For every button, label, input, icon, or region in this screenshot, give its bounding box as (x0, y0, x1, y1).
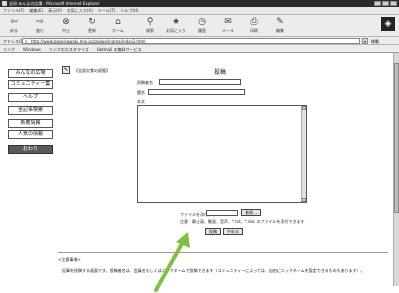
favorites-button[interactable]: ★ お気に入り (166, 17, 186, 35)
subject-label: 題名 (137, 90, 145, 95)
stop-icon: ⊗ (62, 17, 70, 27)
back-icon: ⇦ (10, 17, 18, 27)
cancel-button[interactable]: やめる (223, 228, 243, 235)
form-header: ✎ 【全部欠食の部屋】 投稿 (62, 66, 387, 76)
menu-tools[interactable]: ツール(T) (98, 8, 116, 14)
maximize-button[interactable] (382, 1, 389, 6)
browse-button[interactable]: 参照... (241, 209, 261, 216)
nav-exit[interactable]: おわり (8, 145, 53, 154)
textarea-scrollbar[interactable] (301, 106, 306, 202)
menu-edit[interactable]: 編集(E) (29, 8, 43, 14)
address-value: http://www.baseisawaki.mie.jp/zasiwei/no… (31, 39, 146, 44)
search-button[interactable]: ⚲ 検索 (140, 17, 160, 35)
favorites-label: お気に入り (166, 28, 186, 33)
address-input[interactable]: e http://www.baseisawaki.mie.jp/zasiwei/… (22, 38, 360, 44)
left-nav: みんなの広場 コミュニティー集 ヘルプ 全記事検索 新着情報 人気の情報 おわり (8, 69, 53, 156)
edit-icon: ✎ (276, 17, 284, 27)
forward-label: 進む (36, 28, 44, 33)
back-label: 戻る (10, 28, 18, 33)
menu-help[interactable]: ヘルプ(H) (120, 8, 138, 14)
print-label: 印刷 (250, 28, 258, 33)
refresh-label: 更新 (88, 28, 96, 33)
forward-icon: ⇨ (36, 17, 44, 27)
windows-logo-icon: ◈ (381, 17, 395, 31)
menu-bar: ファイル(F) 編集(E) 表示(V) お気に入り(A) ツール(T) ヘルプ(… (0, 7, 399, 15)
refresh-icon: ↻ (88, 17, 96, 27)
history-label: 履歴 (198, 28, 206, 33)
edit-label: 編集 (276, 28, 284, 33)
stop-button[interactable]: ⊗ 中止 (56, 17, 76, 35)
nav-popular[interactable]: 人気の情報 (8, 130, 53, 139)
poster-input[interactable] (159, 79, 241, 85)
links-bar: リンク Windows リンクのカスタマイズ Hotmail の無料サービス (0, 45, 399, 53)
nav-community[interactable]: コミュニティー集 (8, 80, 53, 89)
title-bar: 全研 みんなの広場 - Microsoft Internet Explorer (0, 0, 399, 7)
subject-input[interactable] (148, 89, 245, 95)
submit-button[interactable]: 投稿 (205, 228, 221, 235)
window-controls (374, 1, 397, 6)
page-scrollbar[interactable] (393, 53, 399, 286)
address-dropdown-icon[interactable]: ▾ (362, 38, 368, 44)
history-icon: ◷ (198, 17, 206, 27)
attach-note: 注意：静止画、動画、音声、*.txt、*.doc のファイルを添付できます (180, 219, 305, 224)
mail-button[interactable]: ✉ メール (218, 17, 238, 35)
menu-favorites[interactable]: お気に入り(A) (67, 8, 93, 14)
back-button[interactable]: ⇦ 戻る (4, 17, 24, 35)
toolbar: ⇦ 戻る ⇨ 進む ⊗ 中止 ↻ 更新 ⌂ ホーム ⚲ 検索 ★ お気に入り ◷ 履歴 ✉ メール… (0, 15, 399, 37)
home-button[interactable]: ⌂ ホーム (108, 17, 128, 35)
forward-button[interactable]: ⇨ 進む (30, 17, 50, 35)
mail-icon: ✉ (224, 17, 232, 27)
scroll-down-icon[interactable] (302, 198, 306, 202)
nav-search-all[interactable]: 全記事検索 (8, 106, 53, 115)
menu-file[interactable]: ファイル(F) (3, 8, 24, 14)
poster-label: 投稿者名 (137, 80, 153, 85)
print-icon: ⎙ (250, 17, 258, 27)
close-button[interactable] (390, 1, 397, 6)
refresh-button[interactable]: ↻ 更新 (82, 17, 102, 35)
section-label: 【全部欠食の部屋】 (74, 68, 110, 73)
divider (58, 252, 388, 253)
minimize-button[interactable] (374, 1, 381, 6)
pointer-arrow-icon (154, 232, 190, 292)
nav-help[interactable]: ヘルプ (8, 93, 53, 102)
page-icon: e (25, 39, 28, 44)
scrollbar-thumb[interactable] (394, 63, 399, 213)
notice-heading: <注意事項> (58, 257, 81, 262)
edit-button[interactable]: ✎ 編集 (270, 17, 290, 35)
notice-text: 記事を投稿する画面です。投稿者名は、会員名もしくはニックネームで投稿できます（コ… (62, 268, 365, 273)
attach-file-input[interactable] (206, 210, 238, 216)
menu-view[interactable]: 表示(V) (48, 8, 62, 14)
search-label: 検索 (146, 28, 154, 33)
search-icon: ⚲ (146, 17, 154, 27)
address-bar: アドレス(D) e http://www.baseisawaki.mie.jp/… (0, 37, 399, 45)
print-button[interactable]: ⎙ 印刷 (244, 17, 264, 35)
body-textarea[interactable] (137, 105, 307, 203)
board-icon: ✎ (62, 66, 70, 74)
scroll-up-icon[interactable] (302, 106, 306, 110)
ie-icon (2, 1, 7, 6)
page-title: 投稿 (214, 69, 227, 76)
favorites-icon: ★ (171, 17, 181, 27)
stop-label: 中止 (62, 28, 70, 33)
home-label: ホーム (112, 28, 124, 33)
home-icon: ⌂ (115, 17, 121, 27)
nav-new-info[interactable]: 新着情報 (8, 119, 53, 128)
nav-minnano-hiroba[interactable]: みんなの広場 (8, 69, 53, 78)
history-button[interactable]: ◷ 履歴 (192, 17, 212, 35)
mail-label: メール (222, 28, 234, 33)
